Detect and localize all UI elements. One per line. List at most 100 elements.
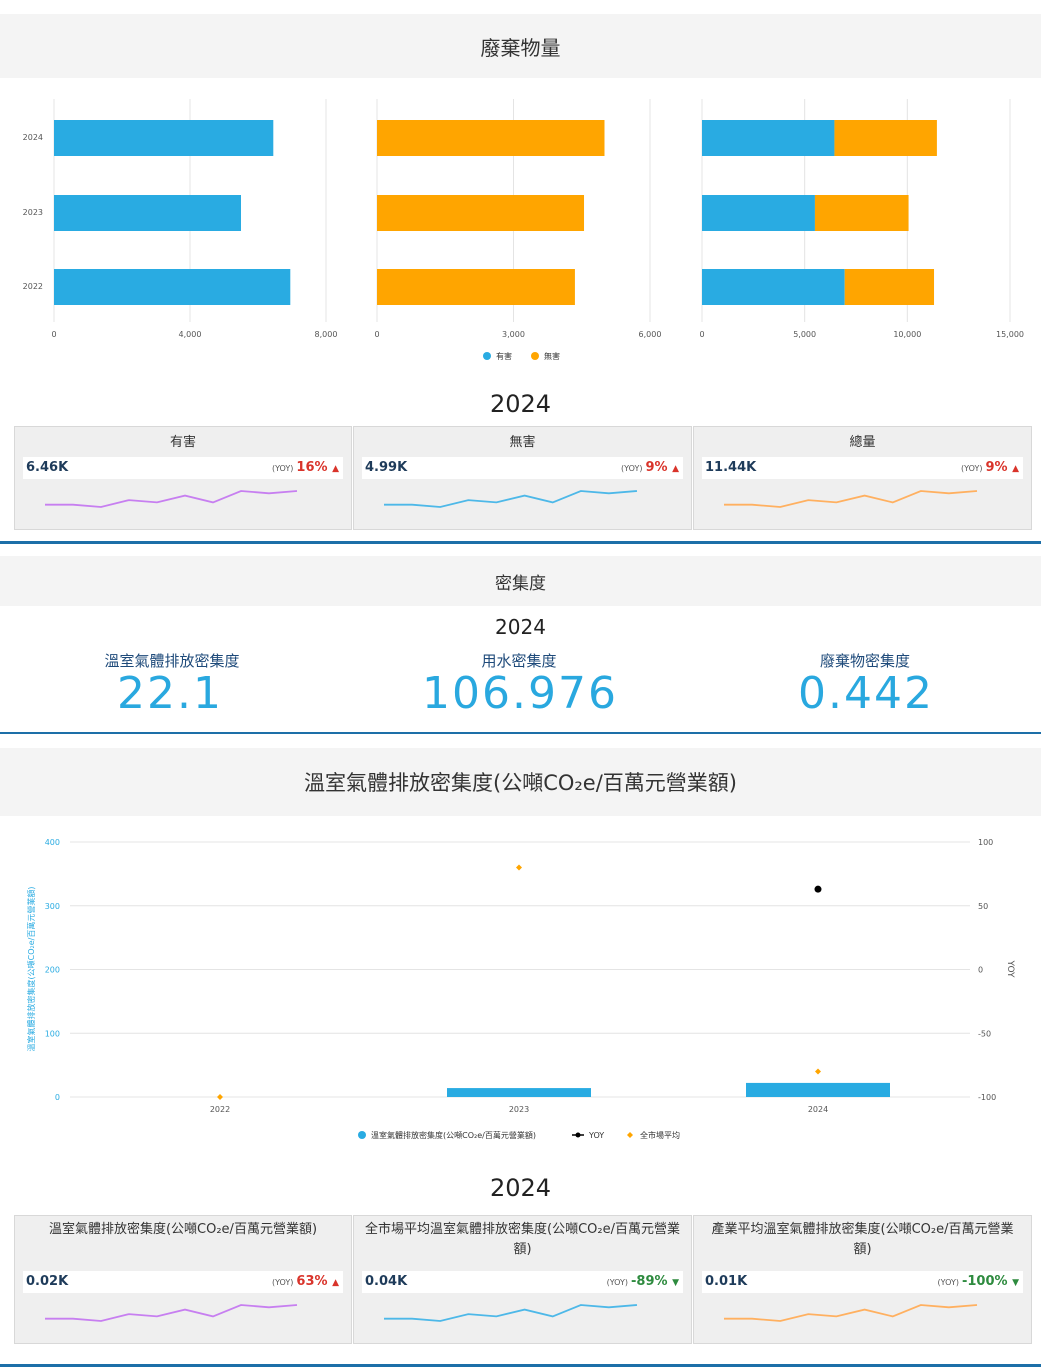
kpi-card: 無害 4.99K (YOY) 9% ▲: [353, 426, 692, 530]
bar: [447, 1088, 591, 1097]
kpi-yoy: (YOY) 63% ▲: [272, 1274, 339, 1289]
arrow-up-icon: ▲: [672, 464, 679, 474]
divider: [0, 732, 1041, 734]
y-tick-label: 2022: [23, 282, 43, 291]
yoy-value: 9%: [985, 460, 1013, 475]
ghg-intensity-value: 22.1: [117, 668, 223, 719]
y2-axis-label: YOY: [1005, 959, 1015, 978]
x-tick-label: 0: [51, 330, 56, 339]
water-intensity-value: 106.976: [422, 668, 618, 719]
kpi-card-row: 4.99K (YOY) 9% ▲: [362, 457, 683, 479]
kpi-card-title: 產業平均溫室氣體排放密集度(公噸CO₂e/百萬元營業額): [711, 1222, 1014, 1257]
arrow-down-icon: ▼: [672, 1278, 679, 1288]
bar: [54, 120, 274, 156]
x-tick-label: 15,000: [996, 330, 1024, 339]
kpi-card-title: 溫室氣體排放密集度(公噸CO₂e/百萬元營業額): [48, 1222, 318, 1237]
legend-marker: [358, 1131, 366, 1139]
bar: [54, 269, 291, 305]
y2-tick-label: -50: [978, 1029, 991, 1038]
x-tick-label: 3,000: [502, 330, 525, 339]
kpi-value: 0.04K: [365, 1274, 408, 1289]
kpi-yoy: (YOY) 9% ▲: [621, 460, 679, 475]
x-tick-label: 8,000: [315, 330, 338, 339]
sparkline-path: [384, 1304, 638, 1322]
y-tick-label: 2023: [23, 208, 43, 217]
kpi-card: 全市場平均溫室氣體排放密集度(公噸CO₂e/百萬元營業額) 0.04K (YOY) -…: [353, 1215, 692, 1344]
kpi-value: 6.46K: [26, 460, 69, 475]
waste-year: 2024: [489, 390, 552, 418]
kpi-yoy: (YOY) -89% ▼: [607, 1274, 679, 1289]
kpi-card: 有害 6.46K (YOY) 16% ▲: [14, 426, 352, 530]
bar: [814, 195, 909, 231]
kpi-value: 11.44K: [705, 460, 757, 475]
yoy-label: (YOY): [937, 1278, 959, 1287]
y-tick-label: 2024: [23, 133, 43, 142]
sparkline-path: [45, 1304, 298, 1322]
divider: [0, 541, 1041, 544]
bar: [746, 1082, 890, 1097]
bar: [844, 269, 935, 305]
x-tick-label: 2023: [509, 1105, 529, 1114]
legend-label: 有害: [496, 351, 512, 361]
sparkline: [724, 490, 978, 508]
arrow-up-icon: ▲: [332, 1278, 339, 1288]
yoy-label: (YOY): [606, 1278, 629, 1287]
x-tick-label: 4,000: [179, 330, 202, 339]
legend-marker: [627, 1132, 633, 1138]
y2-tick-label: 100: [978, 838, 993, 847]
market-avg-point: [217, 1094, 223, 1100]
kpi-value: 0.02K: [26, 1274, 69, 1289]
legend-label: YOY: [588, 1131, 604, 1140]
kpi-card: 溫室氣體排放密集度(公噸CO₂e/百萬元營業額) 0.02K (YOY) 63% ▲: [14, 1215, 352, 1344]
y-axis-label: 溫室氣體排放密集度(公噸CO₂e/百萬元營業額): [26, 887, 36, 1052]
sparkline-path: [45, 490, 298, 508]
arrow-down-icon: ▼: [1012, 1278, 1019, 1288]
kpi-card: 產業平均溫室氣體排放密集度(公噸CO₂e/百萬元營業額) 0.01K (YOY) -1…: [693, 1215, 1032, 1344]
y-tick-label: 200: [45, 966, 60, 975]
market-avg-point: [516, 864, 522, 871]
bar: [702, 269, 845, 305]
kpi-card-title: 總量: [849, 435, 876, 450]
arrow-up-icon: ▲: [1012, 464, 1019, 474]
yoy-value: 9%: [645, 460, 673, 475]
x-tick-label: 2024: [808, 1105, 828, 1114]
sparkline: [384, 490, 638, 508]
ghg-title: 溫室氣體排放密集度(公噸CO₂e/百萬元營業額): [304, 771, 737, 795]
sparkline: [384, 1304, 638, 1322]
waste-title: 廢棄物量: [480, 35, 561, 60]
yoy-value: 16%: [296, 460, 333, 475]
intensity-title: 密集度: [495, 573, 546, 594]
yoy-value: -100%: [961, 1274, 1013, 1289]
yoy-label: (YOY): [621, 464, 643, 473]
legend-label: 全市場平均: [640, 1130, 680, 1140]
yoy-value: -89%: [631, 1274, 673, 1289]
sparkline-path: [724, 490, 978, 508]
bar: [702, 120, 835, 156]
bar: [54, 195, 241, 231]
kpi-card: 總量 11.44K (YOY) 9% ▲: [693, 426, 1032, 530]
legend-marker: [531, 352, 539, 360]
yoy-label: (YOY): [271, 464, 294, 473]
ghg-header: 溫室氣體排放密集度(公噸CO₂e/百萬元營業額): [0, 748, 1041, 816]
kpi-card-title: 無害: [509, 435, 536, 450]
ghg-year: 2024: [489, 1174, 552, 1202]
y-tick-label: 100: [45, 1029, 60, 1038]
yoy-label: (YOY): [961, 464, 983, 473]
kpi-yoy: (YOY) -100% ▼: [938, 1274, 1019, 1289]
y-tick-label: 0: [55, 1093, 60, 1102]
x-tick-label: 0: [374, 330, 379, 339]
legend-marker: [575, 1132, 581, 1138]
divider: [0, 1364, 1041, 1367]
y-tick-label: 300: [45, 902, 60, 911]
bar: [834, 120, 937, 156]
sparkline: [45, 490, 298, 508]
kpi-card-title: 有害: [169, 435, 196, 450]
y2-tick-label: -100: [978, 1093, 996, 1102]
bar: [377, 195, 585, 231]
sparkline-path: [724, 1304, 978, 1322]
x-tick-label: 2022: [210, 1105, 230, 1114]
bar: [702, 195, 815, 231]
kpi-card-row: 0.02K (YOY) 63% ▲: [23, 1271, 343, 1293]
arrow-up-icon: ▲: [332, 464, 339, 474]
y2-tick-label: 0: [978, 966, 983, 975]
